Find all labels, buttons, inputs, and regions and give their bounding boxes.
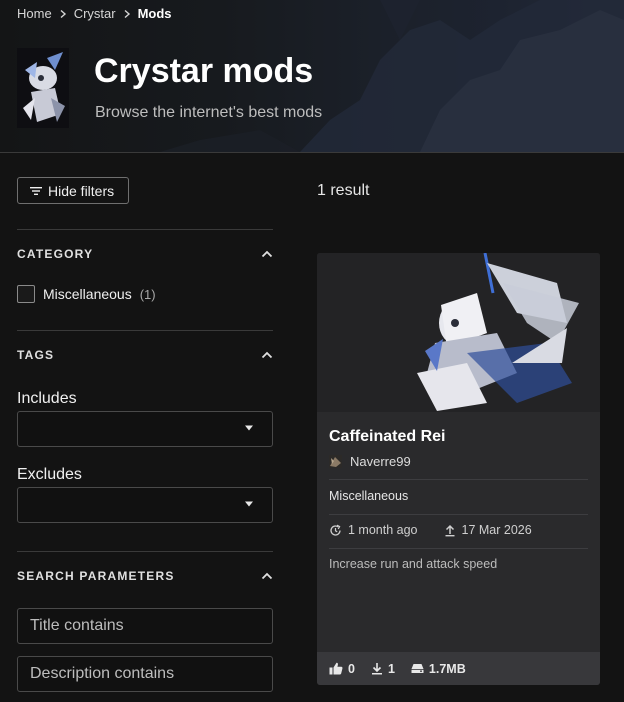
mod-author-name[interactable]: Naverre99 <box>350 454 411 469</box>
breadcrumb-current: Mods <box>137 6 172 21</box>
mod-dates: 1 month ago 17 Mar 2026 <box>329 523 532 537</box>
search-section-title: SEARCH PARAMETERS <box>17 569 175 583</box>
description-contains-input[interactable] <box>17 656 273 692</box>
excludes-label: Excludes <box>17 466 82 483</box>
upload-arrow-icon <box>445 524 454 536</box>
category-option-count: (1) <box>139 286 156 302</box>
mod-card[interactable]: Caffeinated Rei Naverre99 Miscellaneous … <box>317 253 600 685</box>
excludes-select[interactable] <box>17 487 273 523</box>
category-option-miscellaneous[interactable]: Miscellaneous (1) <box>17 285 156 303</box>
mod-thumbnail[interactable] <box>317 253 600 412</box>
mod-title[interactable]: Caffeinated Rei <box>329 428 445 446</box>
hero-divider <box>0 152 624 153</box>
page-subtitle: Browse the internet's best mods <box>95 104 323 121</box>
result-count: 1 result <box>317 182 370 199</box>
drive-icon <box>411 664 424 673</box>
chevron-up-icon[interactable] <box>261 572 273 580</box>
endorsements-count: 0 <box>348 661 355 676</box>
mod-stats-footer: 0 1 1.7MB <box>317 652 600 685</box>
caret-down-icon <box>245 425 253 431</box>
size-stat: 1.7MB <box>411 662 466 676</box>
mod-author[interactable]: Naverre99 <box>329 454 411 469</box>
category-option-label: Miscellaneous <box>43 286 132 302</box>
card-divider <box>329 479 588 480</box>
mod-updated: 1 month ago <box>348 523 418 537</box>
downloads-stat: 1 <box>371 662 395 676</box>
section-divider <box>17 551 273 552</box>
size-value: 1.7MB <box>428 661 466 676</box>
breadcrumb-home[interactable]: Home <box>17 6 52 21</box>
chevron-up-icon[interactable] <box>261 351 273 359</box>
category-section-title: CATEGORY <box>17 247 94 261</box>
chevron-up-icon[interactable] <box>261 250 273 258</box>
endorsements-stat: 0 <box>329 662 355 676</box>
filter-lines-icon <box>30 186 42 195</box>
includes-label: Includes <box>17 390 77 407</box>
breadcrumb: Home Crystar Mods <box>17 6 172 21</box>
breadcrumb-game[interactable]: Crystar <box>74 6 116 21</box>
page-title: Crystar mods <box>94 52 314 90</box>
caret-down-icon <box>245 501 253 507</box>
chevron-right-icon <box>124 9 130 18</box>
mod-category[interactable]: Miscellaneous <box>329 489 408 503</box>
mod-description: Increase run and attack speed <box>329 557 498 571</box>
category-section-header[interactable]: CATEGORY <box>17 244 273 264</box>
search-section-header[interactable]: SEARCH PARAMETERS <box>17 566 273 586</box>
card-divider <box>329 514 588 515</box>
thumbs-up-icon <box>329 662 343 675</box>
chevron-right-icon <box>60 9 66 18</box>
avatar <box>329 455 342 468</box>
tags-section-title: TAGS <box>17 348 55 362</box>
card-divider <box>329 548 588 549</box>
includes-select[interactable] <box>17 411 273 447</box>
downloads-count: 1 <box>387 661 395 676</box>
mod-uploaded: 17 Mar 2026 <box>461 523 532 537</box>
section-divider <box>17 330 273 331</box>
title-contains-input[interactable] <box>17 608 273 644</box>
section-divider <box>17 229 273 230</box>
category-checkbox[interactable] <box>17 285 35 303</box>
game-thumbnail <box>17 48 69 128</box>
hide-filters-label: Hide filters <box>48 182 115 199</box>
page-root: Home Crystar Mods Crystar mods Browse th… <box>0 0 624 702</box>
tags-section-header[interactable]: TAGS <box>17 345 273 365</box>
refresh-clock-icon <box>330 524 341 536</box>
download-icon <box>371 663 382 675</box>
hide-filters-button[interactable]: Hide filters <box>17 177 129 204</box>
